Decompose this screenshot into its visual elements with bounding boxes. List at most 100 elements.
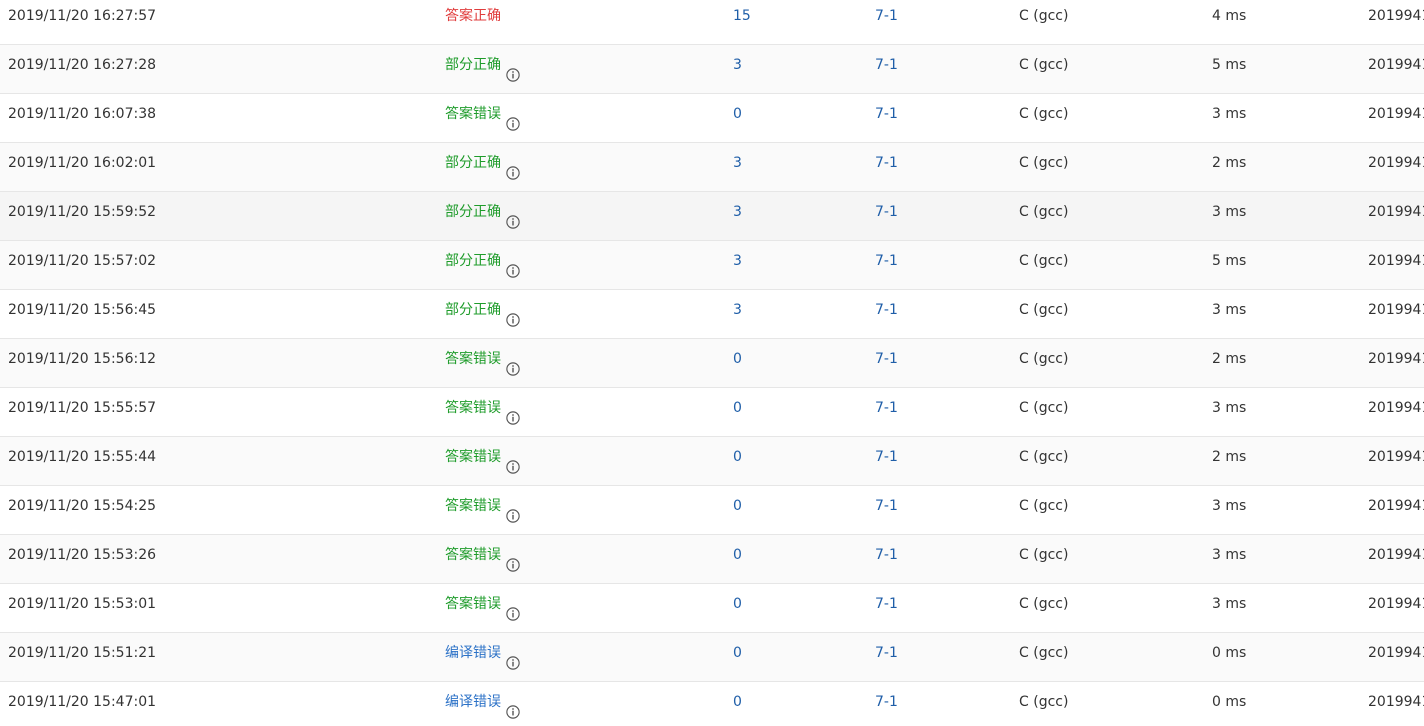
user-id[interactable]: 2019941 [1368,0,1424,44]
user-id[interactable]: 2019941 [1368,486,1424,534]
user-id[interactable]: 2019941 [1368,241,1424,289]
runtime: 3 ms [1212,498,1247,514]
status-label[interactable]: 部分正确 [445,290,501,330]
user-id[interactable]: 2019941 [1368,388,1424,436]
info-icon[interactable] [506,205,520,229]
table-row[interactable]: 2019/11/20 15:55:44 答案错误 0 7-1 C (gcc) 2 ms 20… [0,437,1424,486]
status-label[interactable]: 部分正确 [445,241,501,281]
user-id[interactable]: 2019941 [1368,633,1424,681]
score-link[interactable]: 15 [733,0,751,44]
problem-link[interactable]: 7-1 [875,45,898,93]
score-link[interactable]: 0 [733,388,742,436]
score-link[interactable]: 0 [733,437,742,485]
problem-link[interactable]: 7-1 [875,682,898,726]
info-icon[interactable] [506,499,520,523]
table-row[interactable]: 2019/11/20 16:27:28 部分正确 3 7-1 C (gcc) 5 ms 20… [0,45,1424,94]
info-icon[interactable] [506,254,520,278]
status-label[interactable]: 编译错误 [445,682,501,722]
info-icon[interactable] [506,695,520,719]
user-id[interactable]: 2019941 [1368,94,1424,142]
table-row[interactable]: 2019/11/20 15:47:01 编译错误 0 7-1 C (gcc) 0 ms 20… [0,682,1424,726]
problem-link[interactable]: 7-1 [875,192,898,240]
table-row[interactable]: 2019/11/20 15:53:26 答案错误 0 7-1 C (gcc) 3 ms 20… [0,535,1424,584]
problem-link[interactable]: 7-1 [875,94,898,142]
score-link[interactable]: 0 [733,339,742,387]
user-id[interactable]: 2019941 [1368,290,1424,338]
table-row[interactable]: 2019/11/20 15:56:12 答案错误 0 7-1 C (gcc) 2 ms 20… [0,339,1424,388]
problem-link[interactable]: 7-1 [875,0,898,44]
status-cell: 答案错误 [445,388,520,428]
table-row[interactable]: 2019/11/20 15:59:52 部分正确 3 7-1 C (gcc) 3 ms 20… [0,192,1424,241]
info-icon[interactable] [506,303,520,327]
problem-link[interactable]: 7-1 [875,633,898,681]
problem-link[interactable]: 7-1 [875,486,898,534]
status-label[interactable]: 答案错误 [445,388,501,428]
user-id[interactable]: 2019941 [1368,535,1424,583]
info-icon[interactable] [506,548,520,572]
status-label[interactable]: 答案错误 [445,584,501,624]
info-icon[interactable] [506,352,520,376]
status-label[interactable]: 答案错误 [445,339,501,379]
score-link[interactable]: 0 [733,584,742,632]
info-icon[interactable] [506,597,520,621]
table-row[interactable]: 2019/11/20 15:57:02 部分正确 3 7-1 C (gcc) 5 ms 20… [0,241,1424,290]
problem-link[interactable]: 7-1 [875,143,898,191]
table-row[interactable]: 2019/11/20 15:54:25 答案错误 0 7-1 C (gcc) 3 ms 20… [0,486,1424,535]
problem-link[interactable]: 7-1 [875,437,898,485]
problem-link[interactable]: 7-1 [875,241,898,289]
info-icon[interactable] [506,156,520,180]
score-link[interactable]: 3 [733,192,742,240]
score-link[interactable]: 0 [733,682,742,726]
score-link[interactable]: 3 [733,45,742,93]
info-icon[interactable] [506,646,520,670]
submit-time: 2019/11/20 16:02:01 [8,155,157,171]
status-label[interactable]: 部分正确 [445,192,501,232]
problem-link[interactable]: 7-1 [875,535,898,583]
submit-time: 2019/11/20 16:07:38 [8,106,157,122]
status-cell: 答案正确 [445,0,501,36]
problem-link[interactable]: 7-1 [875,339,898,387]
table-row[interactable]: 2019/11/20 15:51:21 编译错误 0 7-1 C (gcc) 0 ms 20… [0,633,1424,682]
status-label[interactable]: 答案正确 [445,0,501,36]
table-row[interactable]: 2019/11/20 15:56:45 部分正确 3 7-1 C (gcc) 3 ms 20… [0,290,1424,339]
table-row[interactable]: 2019/11/20 16:02:01 部分正确 3 7-1 C (gcc) 2 ms 20… [0,143,1424,192]
score-link[interactable]: 0 [733,94,742,142]
status-label[interactable]: 答案错误 [445,486,501,526]
table-row[interactable]: 2019/11/20 15:53:01 答案错误 0 7-1 C (gcc) 3 ms 20… [0,584,1424,633]
user-id[interactable]: 2019941 [1368,437,1424,485]
status-cell: 答案错误 [445,584,520,624]
table-row[interactable]: 2019/11/20 16:27:57 答案正确 15 7-1 C (gcc) 4 ms 2… [0,0,1424,45]
score-link[interactable]: 3 [733,143,742,191]
user-id[interactable]: 2019941 [1368,339,1424,387]
user-id[interactable]: 2019941 [1368,192,1424,240]
user-id[interactable]: 2019941 [1368,584,1424,632]
problem-link[interactable]: 7-1 [875,584,898,632]
status-label[interactable]: 部分正确 [445,143,501,183]
status-label[interactable]: 编译错误 [445,633,501,673]
info-icon[interactable] [506,107,520,131]
info-icon[interactable] [506,401,520,425]
submit-time: 2019/11/20 15:59:52 [8,204,157,220]
status-label[interactable]: 答案错误 [445,437,501,477]
status-label[interactable]: 部分正确 [445,45,501,85]
user-id[interactable]: 2019941 [1368,45,1424,93]
info-icon[interactable] [506,450,520,474]
score-link[interactable]: 0 [733,486,742,534]
problem-link[interactable]: 7-1 [875,388,898,436]
user-id[interactable]: 2019941 [1368,682,1424,726]
status-label[interactable]: 答案错误 [445,535,501,575]
table-row[interactable]: 2019/11/20 16:07:38 答案错误 0 7-1 C (gcc) 3 ms 20… [0,94,1424,143]
submit-time: 2019/11/20 15:47:01 [8,694,157,710]
score-link[interactable]: 0 [733,535,742,583]
score-link[interactable]: 3 [733,290,742,338]
score-link[interactable]: 0 [733,633,742,681]
table-row[interactable]: 2019/11/20 15:55:57 答案错误 0 7-1 C (gcc) 3 ms 20… [0,388,1424,437]
language: C (gcc) [1019,302,1069,318]
info-icon[interactable] [506,58,520,82]
user-id[interactable]: 2019941 [1368,143,1424,191]
problem-link[interactable]: 7-1 [875,290,898,338]
status-label[interactable]: 答案错误 [445,94,501,134]
language: C (gcc) [1019,449,1069,465]
score-link[interactable]: 3 [733,241,742,289]
submit-time: 2019/11/20 15:53:26 [8,547,157,563]
